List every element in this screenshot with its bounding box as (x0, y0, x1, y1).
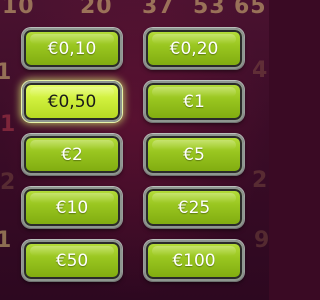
bet-button-0-10[interactable]: €0,10 (22, 28, 122, 69)
bet-button-label: €10 (55, 197, 89, 218)
bet-selector-panel: €0,10 €0,20 €0,50 €1 €2 €5 €10 €25 €50 €… (0, 0, 269, 300)
bet-button-2[interactable]: €2 (22, 134, 122, 175)
bet-button-0-50[interactable]: €0,50 (22, 81, 122, 122)
bet-button-label: €5 (183, 144, 205, 165)
bet-button-label: €50 (55, 250, 89, 271)
bet-button-label: €2 (61, 144, 83, 165)
bet-button-label: €1 (183, 91, 205, 112)
bet-button-1[interactable]: €1 (144, 81, 244, 122)
bet-button-25[interactable]: €25 (144, 187, 244, 228)
bet-button-label: €25 (177, 197, 211, 218)
bet-button-10[interactable]: €10 (22, 187, 122, 228)
bet-button-label: €0,10 (47, 38, 97, 59)
bet-button-50[interactable]: €50 (22, 240, 122, 281)
bet-button-5[interactable]: €5 (144, 134, 244, 175)
bet-button-label: €100 (172, 250, 216, 271)
bet-button-0-20[interactable]: €0,20 (144, 28, 244, 69)
bet-button-label: €0,50 (47, 91, 97, 112)
bet-button-100[interactable]: €100 (144, 240, 244, 281)
bet-button-label: €0,20 (169, 38, 219, 59)
